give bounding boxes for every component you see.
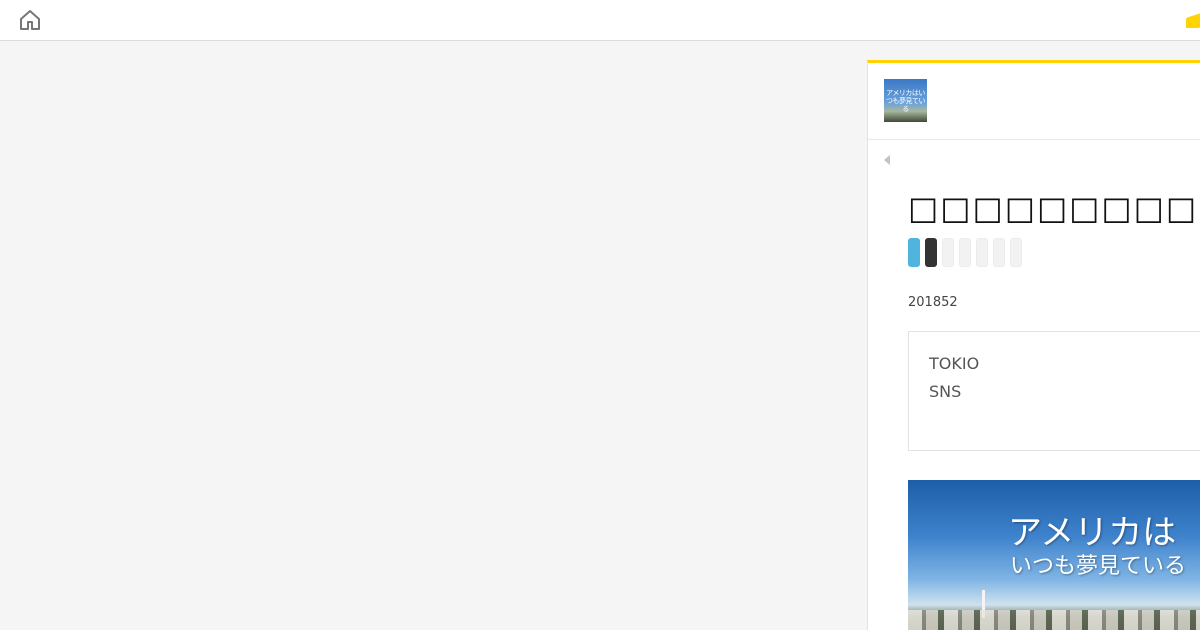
home-icon bbox=[20, 10, 40, 30]
hero-caption-line: アメリカは bbox=[1008, 513, 1177, 553]
reaction-pill[interactable] bbox=[1010, 238, 1022, 267]
back-arrow-icon[interactable] bbox=[884, 155, 890, 165]
harbor-rooftops bbox=[908, 610, 1200, 630]
hero-caption-line: いつも夢見ている bbox=[1010, 554, 1187, 579]
hero-image[interactable]: アメリカは いつも夢見ている bbox=[908, 480, 1200, 630]
reaction-pill[interactable] bbox=[908, 238, 920, 267]
summary-line: SNS bbox=[929, 382, 962, 401]
reaction-pill[interactable] bbox=[942, 238, 954, 267]
panel-header: アメリカはいつも夢見ている bbox=[868, 63, 1200, 140]
article-panel: アメリカはいつも夢見ている □□□□□□□□□□□□□□□□□□ 201852 … bbox=[867, 60, 1200, 630]
reaction-pill[interactable] bbox=[993, 238, 1005, 267]
hero-caption: アメリカは いつも夢見ている bbox=[1008, 514, 1186, 582]
reaction-pill[interactable] bbox=[959, 238, 971, 267]
home-button[interactable] bbox=[16, 8, 44, 32]
summary-line: TOKIO bbox=[929, 354, 980, 373]
reaction-pill[interactable] bbox=[925, 238, 937, 267]
summary-box: TOKIO SNS bbox=[908, 331, 1200, 451]
top-bar bbox=[0, 0, 1200, 41]
reaction-pill[interactable] bbox=[976, 238, 988, 267]
article-date: 201852 bbox=[908, 295, 958, 310]
channel-thumbnail[interactable]: アメリカはいつも夢見ている bbox=[884, 79, 927, 122]
reaction-bar bbox=[908, 238, 1022, 267]
article-title: □□□□□□□□□□□□□□□□□□ bbox=[908, 189, 1200, 227]
brand-logo-icon[interactable] bbox=[1186, 12, 1200, 28]
channel-thumbnail-text: アメリカはいつも夢見ている bbox=[886, 89, 926, 113]
